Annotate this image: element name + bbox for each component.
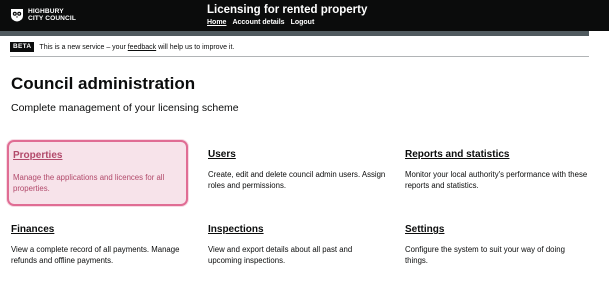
- card-title-properties[interactable]: Properties: [13, 149, 182, 162]
- card-finances[interactable]: Finances View a complete record of all p…: [11, 223, 189, 266]
- header-accent-bar: [0, 31, 589, 36]
- divider: [10, 56, 589, 57]
- phase-banner-text: This is a new service – your feedback wi…: [39, 43, 234, 52]
- header-nav: Home Account details Logout: [207, 18, 314, 27]
- council-name-line-1: HIGHBURY: [28, 8, 64, 15]
- card-title-reports[interactable]: Reports and statistics: [405, 148, 589, 161]
- page-title: Council administration: [11, 74, 196, 93]
- card-title-settings[interactable]: Settings: [405, 223, 589, 236]
- phase-banner: BETA This is a new service – your feedba…: [10, 40, 589, 54]
- card-description: Monitor your local authority's performan…: [405, 170, 588, 190]
- nav-link-account-details[interactable]: Account details: [232, 18, 284, 27]
- site-header: HIGHBURY CITY COUNCIL Licensing for rent…: [0, 0, 609, 31]
- owl-crest-icon: [11, 9, 23, 22]
- card-reports[interactable]: Reports and statistics Monitor your loca…: [405, 148, 589, 191]
- card-title-users[interactable]: Users: [208, 148, 386, 161]
- card-description: View and export details about all past a…: [208, 245, 353, 265]
- council-name: HIGHBURY CITY COUNCIL: [28, 8, 76, 22]
- card-title-finances[interactable]: Finances: [11, 223, 189, 236]
- card-description: View a complete record of all payments. …: [11, 245, 180, 265]
- card-properties[interactable]: Properties Manage the applications and l…: [7, 140, 188, 206]
- nav-link-logout[interactable]: Logout: [291, 18, 315, 27]
- phase-text-after: will help us to improve it.: [156, 43, 235, 51]
- feedback-link[interactable]: feedback: [128, 44, 156, 51]
- card-description: Create, edit and delete council admin us…: [208, 170, 386, 190]
- council-name-line-2: CITY COUNCIL: [28, 15, 76, 22]
- page-lede: Complete management of your licensing sc…: [11, 102, 239, 114]
- card-settings[interactable]: Settings Configure the system to suit yo…: [405, 223, 589, 266]
- card-description: Configure the system to suit your way of…: [405, 245, 565, 265]
- council-logo[interactable]: HIGHBURY CITY COUNCIL: [10, 8, 76, 22]
- beta-tag: BETA: [10, 42, 35, 52]
- nav-link-home[interactable]: Home: [207, 18, 226, 27]
- card-description: Manage the applications and licences for…: [13, 173, 165, 193]
- card-title-inspections[interactable]: Inspections: [208, 223, 386, 236]
- card-inspections[interactable]: Inspections View and export details abou…: [208, 223, 386, 266]
- service-name[interactable]: Licensing for rented property: [207, 3, 367, 17]
- card-users[interactable]: Users Create, edit and delete council ad…: [208, 148, 386, 191]
- phase-text-before: This is a new service – your: [39, 43, 128, 51]
